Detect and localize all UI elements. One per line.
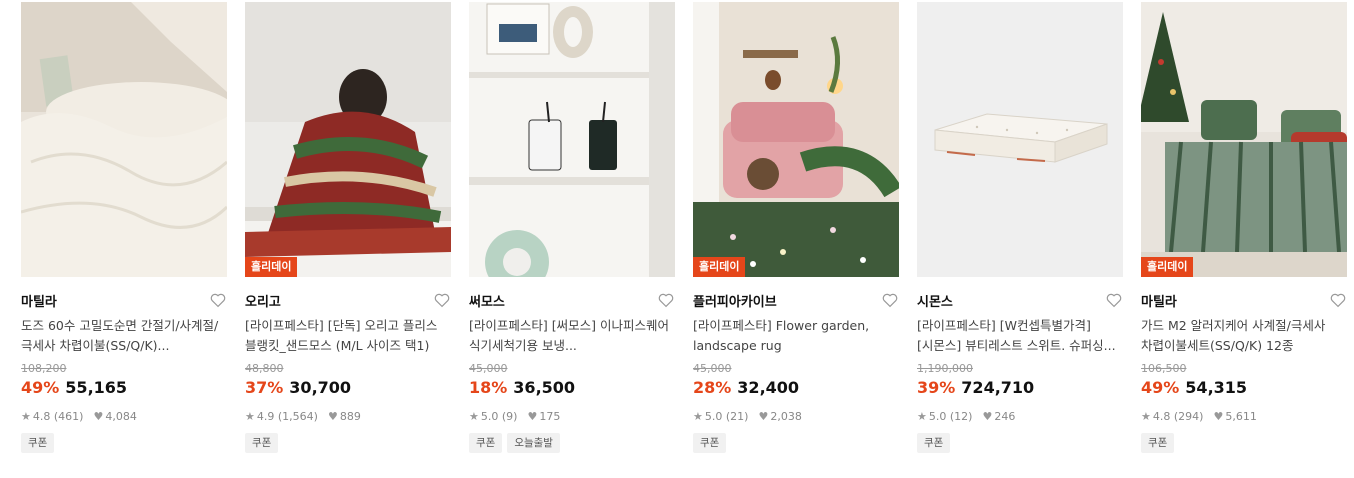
review-count: (294) bbox=[1173, 409, 1204, 423]
heart-icon[interactable] bbox=[209, 291, 227, 309]
like-count: 2,038 bbox=[770, 409, 802, 423]
like-count: 246 bbox=[994, 409, 1016, 423]
heart-count-icon: ♥ bbox=[527, 409, 538, 423]
holiday-badge: 홀리데이 bbox=[245, 257, 298, 277]
heart-icon[interactable] bbox=[433, 291, 451, 309]
rating: 4.8 bbox=[1152, 409, 1171, 423]
product-image[interactable] bbox=[917, 2, 1123, 277]
product-card[interactable]: 써모스 [라이프페스타] [써모스] 이나피스퀘어 식기세척기용 보냉... 4… bbox=[469, 2, 675, 453]
brand-name[interactable]: 시몬스 bbox=[917, 291, 953, 310]
star-icon: ★ bbox=[917, 409, 927, 423]
discount-rate: 49% bbox=[21, 378, 60, 397]
review-count: (21) bbox=[725, 409, 749, 423]
rating: 5.0 bbox=[704, 409, 723, 423]
like-count: 4,084 bbox=[105, 409, 137, 423]
discount-rate: 28% bbox=[693, 378, 732, 397]
sale-price: 724,710 bbox=[961, 378, 1035, 397]
star-icon: ★ bbox=[245, 409, 255, 423]
brand-name[interactable]: 마틸라 bbox=[1141, 291, 1177, 310]
like-count: 889 bbox=[339, 409, 361, 423]
mattress-image bbox=[917, 2, 1123, 277]
review-count: (9) bbox=[501, 409, 518, 423]
product-image[interactable]: 홀리데이 bbox=[245, 2, 451, 277]
product-title[interactable]: [라이프페스타] Flower garden, landscape rug bbox=[693, 316, 899, 356]
woman-blanket-image bbox=[245, 2, 451, 277]
star-icon: ★ bbox=[693, 409, 703, 423]
sale-price: 32,400 bbox=[737, 378, 800, 397]
product-card[interactable]: 홀리데이 오리고 [라이프페스타] [단독] 오리고 플리스 블랭킷_샌드모스 … bbox=[245, 2, 451, 453]
rating: 4.8 bbox=[32, 409, 51, 423]
holiday-badge: 홀리데이 bbox=[693, 257, 746, 277]
original-price: 106,500 bbox=[1141, 362, 1187, 375]
original-price: 45,000 bbox=[693, 362, 732, 375]
review-count: (1,564) bbox=[277, 409, 318, 423]
heart-count-icon: ♥ bbox=[758, 409, 769, 423]
heart-icon[interactable] bbox=[881, 291, 899, 309]
review-count: (461) bbox=[53, 409, 84, 423]
coupon-tag: 쿠폰 bbox=[21, 433, 55, 453]
rating: 5.0 bbox=[480, 409, 499, 423]
heart-count-icon: ♥ bbox=[93, 409, 104, 423]
heart-icon[interactable] bbox=[657, 291, 675, 309]
coupon-tag: 쿠폰 bbox=[469, 433, 503, 453]
heart-count-icon: ♥ bbox=[1213, 409, 1224, 423]
rating: 5.0 bbox=[928, 409, 947, 423]
product-list: 마틸라 도즈 60수 고밀도순면 간절기/사계절/극세사 차렵이불(SS/Q/K… bbox=[0, 0, 1354, 478]
sale-price: 54,315 bbox=[1185, 378, 1248, 397]
sale-price: 30,700 bbox=[289, 378, 352, 397]
brand-name[interactable]: 마틸라 bbox=[21, 291, 57, 310]
original-price: 45,000 bbox=[469, 362, 508, 375]
discount-rate: 39% bbox=[917, 378, 956, 397]
holiday-badge: 홀리데이 bbox=[1141, 257, 1194, 277]
heart-icon[interactable] bbox=[1105, 291, 1123, 309]
mugs-image bbox=[469, 2, 675, 277]
product-title[interactable]: [라이프페스타] [단독] 오리고 플리스 블랭킷_샌드모스 (M/L 사이즈 … bbox=[245, 316, 451, 356]
coupon-tag: 쿠폰 bbox=[917, 433, 951, 453]
brand-name[interactable]: 오리고 bbox=[245, 291, 281, 310]
like-count: 175 bbox=[539, 409, 561, 423]
pink-sofa-image bbox=[693, 2, 899, 277]
product-title[interactable]: 가드 M2 알러지케어 사계절/극세사 차렵이불세트(SS/Q/K) 12종 bbox=[1141, 316, 1347, 356]
heart-icon[interactable] bbox=[1329, 291, 1347, 309]
original-price: 1,190,000 bbox=[917, 362, 973, 375]
product-title[interactable]: [라이프페스타] [W컨셉특별가격] [시몬스] 뷰티레스트 스위트. 슈퍼싱.… bbox=[917, 316, 1123, 356]
brand-name[interactable]: 써모스 bbox=[469, 291, 505, 310]
white-duvet-image bbox=[21, 2, 227, 277]
star-icon: ★ bbox=[21, 409, 31, 423]
like-count: 5,611 bbox=[1225, 409, 1257, 423]
heart-count-icon: ♥ bbox=[982, 409, 993, 423]
product-image[interactable]: 홀리데이 bbox=[1141, 2, 1347, 277]
product-image[interactable]: 홀리데이 bbox=[693, 2, 899, 277]
product-image[interactable] bbox=[469, 2, 675, 277]
today-ship-tag: 오늘출발 bbox=[507, 433, 560, 453]
product-card[interactable]: 마틸라 도즈 60수 고밀도순면 간절기/사계절/극세사 차렵이불(SS/Q/K… bbox=[21, 2, 227, 453]
sale-price: 55,165 bbox=[65, 378, 128, 397]
discount-rate: 49% bbox=[1141, 378, 1180, 397]
original-price: 48,800 bbox=[245, 362, 284, 375]
review-count: (12) bbox=[949, 409, 973, 423]
product-title[interactable]: [라이프페스타] [써모스] 이나피스퀘어 식기세척기용 보냉... bbox=[469, 316, 675, 356]
product-card[interactable]: 시몬스 [라이프페스타] [W컨셉특별가격] [시몬스] 뷰티레스트 스위트. … bbox=[917, 2, 1123, 453]
rating: 4.9 bbox=[256, 409, 275, 423]
product-card[interactable]: 홀리데이 마틸라 가드 M2 알러지케어 사계절/극세사 차렵이불세트(SS/Q… bbox=[1141, 2, 1347, 453]
product-card[interactable]: 홀리데이 플러피아카이브 [라이프페스타] Flower garden, lan… bbox=[693, 2, 899, 453]
star-icon: ★ bbox=[1141, 409, 1151, 423]
original-price: 108,200 bbox=[21, 362, 67, 375]
discount-rate: 18% bbox=[469, 378, 508, 397]
coupon-tag: 쿠폰 bbox=[693, 433, 727, 453]
heart-count-icon: ♥ bbox=[327, 409, 338, 423]
green-bedding-image bbox=[1141, 2, 1347, 277]
product-title[interactable]: 도즈 60수 고밀도순면 간절기/사계절/극세사 차렵이불(SS/Q/K)... bbox=[21, 316, 227, 356]
discount-rate: 37% bbox=[245, 378, 284, 397]
coupon-tag: 쿠폰 bbox=[245, 433, 279, 453]
product-image[interactable] bbox=[21, 2, 227, 277]
brand-name[interactable]: 플러피아카이브 bbox=[693, 291, 777, 310]
sale-price: 36,500 bbox=[513, 378, 576, 397]
star-icon: ★ bbox=[469, 409, 479, 423]
coupon-tag: 쿠폰 bbox=[1141, 433, 1175, 453]
